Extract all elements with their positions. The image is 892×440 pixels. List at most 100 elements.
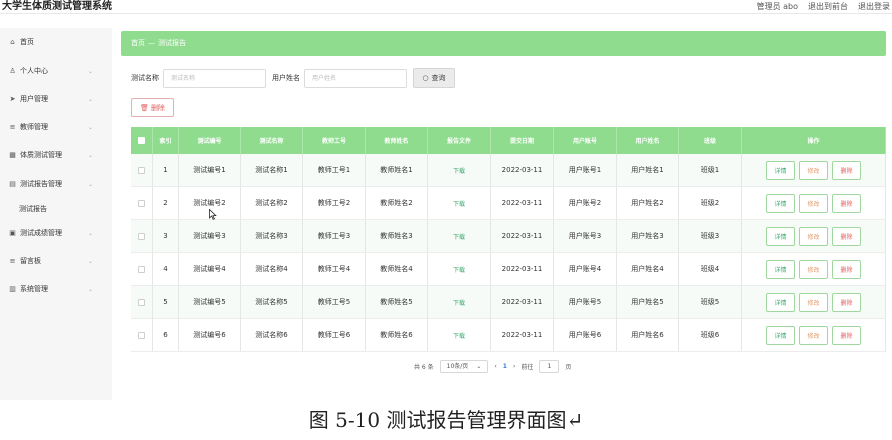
chevron-down-icon: ⌄ [88,67,94,75]
sidebar-item-label: 系统管理 [20,285,48,293]
download-link[interactable]: 下载 [453,232,465,241]
detail-button[interactable]: 详情 [766,193,795,213]
delete-button[interactable]: 删除 [832,325,861,345]
edit-button[interactable]: 修改 [799,226,828,246]
download-link[interactable]: 下载 [453,265,465,274]
header-cell[interactable]: 操作 [742,127,886,154]
edit-button[interactable]: 修改 [799,193,828,213]
header-cell[interactable]: 用户账号 [554,127,617,154]
sidebar-item[interactable]: ▦ 体质测试管理 ⌄ [0,145,112,165]
delete-button[interactable]: 删除 [832,292,861,312]
row-checkbox[interactable] [138,298,145,306]
detail-button[interactable]: 详情 [766,292,795,312]
download-link[interactable]: 下载 [453,166,465,175]
logout-link[interactable]: 退出登录 [858,0,890,14]
cell-text: 教师工号3 [317,232,351,240]
header-cell[interactable]: 测试名称 [241,127,303,154]
table-cell: 教师工号4 [303,253,366,285]
pagination: 共 6 条 10条/页 ⌄ ‹ 1 › 前往 1 页 [414,359,571,373]
download-link[interactable]: 下载 [453,298,465,307]
table-cell: 教师姓名2 [366,187,428,219]
row-checkbox[interactable] [138,166,145,174]
sidebar-item-label: 测试报告管理 [20,180,62,188]
breadcrumb-separator: — [148,39,155,47]
sidebar-item[interactable]: ♙ 个人中心 ⌄ [0,61,112,81]
header-cell[interactable]: 提交日期 [491,127,554,154]
cell-text: 教师姓名5 [380,298,413,306]
sidebar-item[interactable]: ⌂ 首页 [0,32,112,52]
next-page-button[interactable]: › [513,363,515,370]
table-cell: 用户姓名5 [617,286,679,318]
sidebar-item[interactable]: ➤ 用户管理 ⌄ [0,89,112,109]
table-cell: 班级5 [679,286,742,318]
table-row: 6 测试编号6 测试名称6 教师工号6 教师姓名6 下载 2022-03-11 用户账号6 用户… [131,319,886,352]
sidebar-item[interactable]: 测试报告 [0,199,112,219]
table-cell: 6 [153,319,179,351]
user-name-input[interactable]: 用户姓名 [304,69,407,88]
detail-button[interactable]: 详情 [766,325,795,345]
header-cell[interactable]: 教师姓名 [366,127,428,154]
cell-text: 2022-03-11 [501,166,543,174]
header-cell[interactable]: 班级 [679,127,742,154]
table-cell: 2022-03-11 [491,154,554,186]
header-cell[interactable]: 报告文件 [428,127,491,154]
download-link[interactable]: 下载 [453,199,465,208]
table-cell: 下载 [428,154,491,186]
detail-button[interactable]: 详情 [766,160,795,180]
row-checkbox[interactable] [138,331,145,339]
test-name-input[interactable]: 测试名称 [163,69,266,88]
table-cell: 2022-03-11 [491,286,554,318]
delete-button[interactable]: 删除 [832,193,861,213]
table-cell: 用户姓名1 [617,154,679,186]
breadcrumb-home[interactable]: 首页 [131,39,145,47]
table-row: 5 测试编号5 测试名称5 教师工号5 教师姓名5 下载 2022-03-11 用户账号5 用户… [131,286,886,319]
page-size-select[interactable]: 10条/页 ⌄ [439,359,489,373]
edit-button[interactable]: 修改 [799,160,828,180]
list-icon: ≡ [9,123,16,131]
edit-button[interactable]: 修改 [799,325,828,345]
back-to-frontend-link[interactable]: 退出到前台 [808,0,848,14]
select-all-checkbox[interactable] [138,137,145,144]
table-cell: 班级4 [679,253,742,285]
sidebar-item[interactable]: ≡ 教师管理 ⌄ [0,117,112,137]
table-row: 4 测试编号4 测试名称4 教师工号4 教师姓名4 下载 2022-03-11 用户账号4 用户… [131,253,886,286]
actions-cell: 详情 修改 删除 [742,253,886,285]
batch-delete-button[interactable]: 🗑 删除 [131,98,174,117]
delete-button[interactable]: 删除 [832,226,861,246]
prev-page-button[interactable]: ‹ [494,363,496,370]
table-cell: 教师工号5 [303,286,366,318]
table-cell: 测试编号1 [179,154,241,186]
page-size-value: 10条/页 [446,362,469,370]
row-checkbox[interactable] [138,232,145,240]
row-checkbox[interactable] [138,265,145,273]
row-select-cell [131,187,153,219]
header-cell[interactable]: 索引 [153,127,179,154]
table-cell: 2022-03-11 [491,187,554,219]
header-cell[interactable]: 测试编号 [179,127,241,154]
delete-button[interactable]: 删除 [832,259,861,279]
header-cell[interactable]: 教师工号 [303,127,366,154]
goto-page-input[interactable]: 1 [539,359,560,373]
download-link[interactable]: 下载 [453,331,465,340]
table-cell: 用户账号1 [554,154,617,186]
detail-button[interactable]: 详情 [766,226,795,246]
admin-user-label: 管理员 abo [756,2,798,11]
header-cell[interactable]: 用户姓名 [617,127,679,154]
sidebar-item[interactable]: ≡ 留言板 ⌄ [0,251,112,271]
delete-button[interactable]: 删除 [832,160,861,180]
row-select-cell [131,286,153,318]
detail-button[interactable]: 详情 [766,259,795,279]
edit-button[interactable]: 修改 [799,259,828,279]
cell-text: 2022-03-11 [501,331,543,339]
sidebar-item[interactable]: ▣ 测试成绩管理 ⌄ [0,223,112,243]
sidebar-item[interactable]: ▥ 系统管理 ⌄ [0,279,112,299]
edit-button[interactable]: 修改 [799,292,828,312]
row-checkbox[interactable] [138,199,145,207]
cell-text: 用户姓名1 [631,166,664,174]
current-page-number[interactable]: 1 [503,363,507,370]
list-icon: ≡ [9,257,16,265]
query-button[interactable]: ○ 查询 [413,68,455,88]
cell-text: 教师工号2 [317,199,351,207]
table-cell: 测试名称1 [241,154,303,186]
sidebar-item[interactable]: ▤ 测试报告管理 ⌄ [0,174,112,194]
